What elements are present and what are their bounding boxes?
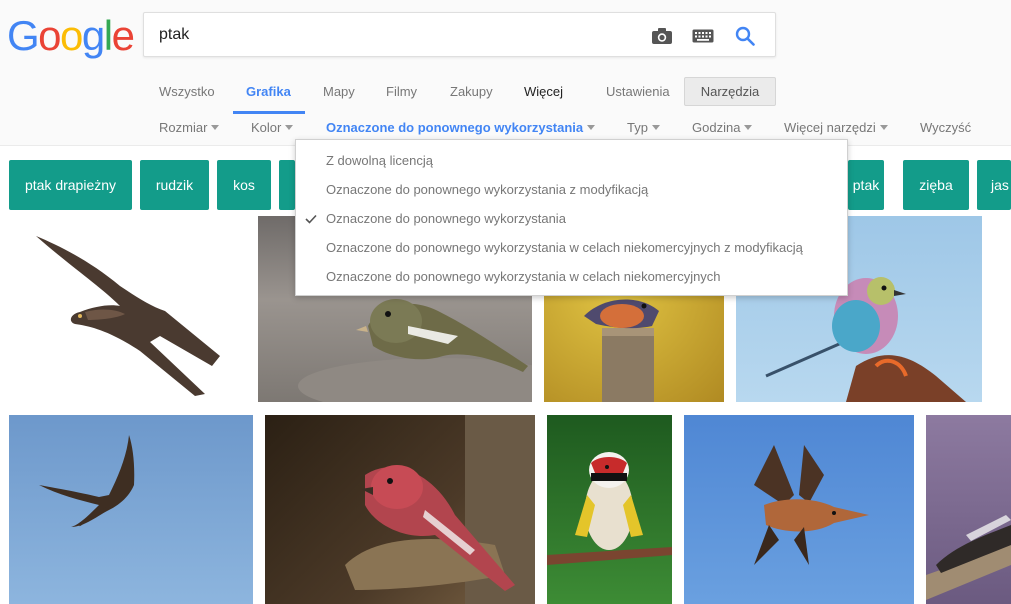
- tab-mapy[interactable]: Mapy: [323, 84, 355, 99]
- grosbeak-illustration: [345, 415, 535, 604]
- kite-illustration: [36, 236, 220, 396]
- tool-more[interactable]: Więcej narzędzi: [784, 120, 888, 135]
- dropdown-option[interactable]: Z dowolną licencją: [296, 146, 847, 175]
- result-image[interactable]: [0, 216, 250, 402]
- usage-rights-dropdown: Z dowolną licencją Oznaczone do ponowneg…: [295, 139, 848, 296]
- logo-letter: l: [103, 12, 113, 59]
- dropdown-option[interactable]: Oznaczone do ponownego wykorzystania w c…: [296, 233, 847, 262]
- logo-letter: o: [38, 12, 61, 59]
- tool-color[interactable]: Kolor: [251, 120, 294, 135]
- related-chip[interactable]: ptak drapieżny: [9, 160, 132, 210]
- dropdown-option[interactable]: Oznaczone do ponownego wykorzystania w c…: [296, 262, 847, 291]
- tool-type-label: Typ: [627, 120, 648, 135]
- dropdown-option-label: Oznaczone do ponownego wykorzystania w c…: [326, 240, 803, 255]
- dropdown-option-label: Z dowolną licencją: [326, 153, 433, 168]
- tool-size[interactable]: Rozmiar: [159, 120, 220, 135]
- tool-color-label: Kolor: [251, 120, 282, 135]
- logo-letter: e: [111, 12, 135, 59]
- check-icon: [304, 204, 318, 233]
- tool-usage-rights[interactable]: Oznaczone do ponownego wykorzystania: [326, 120, 596, 135]
- caret-down-icon: [211, 125, 220, 131]
- search-icon[interactable]: [733, 24, 757, 48]
- dropdown-option-selected[interactable]: Oznaczone do ponownego wykorzystania: [296, 204, 847, 233]
- related-chip[interactable]: jas: [977, 160, 1011, 210]
- tool-time-label: Godzina: [692, 120, 741, 135]
- result-image[interactable]: [926, 415, 1011, 604]
- dropdown-option-label: Oznaczone do ponownego wykorzystania z m…: [326, 182, 649, 197]
- logo-letter: g: [81, 12, 105, 59]
- caret-down-icon: [744, 125, 753, 131]
- tab-ustawienia[interactable]: Ustawienia: [606, 84, 670, 99]
- logo-letter: o: [60, 12, 83, 59]
- tab-wszystko[interactable]: Wszystko: [159, 84, 215, 99]
- search-input[interactable]: [159, 24, 639, 46]
- related-chip[interactable]: kos: [217, 160, 271, 210]
- keyboard-icon[interactable]: [691, 24, 715, 48]
- dropdown-option[interactable]: Oznaczone do ponownego wykorzystania z m…: [296, 175, 847, 204]
- tool-size-label: Rozmiar: [159, 120, 208, 135]
- caret-down-icon: [879, 125, 888, 131]
- tools-button[interactable]: Narzędzia: [684, 77, 776, 106]
- result-image[interactable]: [9, 415, 253, 604]
- tool-more-label: Więcej narzędzi: [784, 120, 876, 135]
- red-kite-illustration: [754, 445, 869, 565]
- search-box: [143, 12, 776, 57]
- dropdown-option-label: Oznaczone do ponownego wykorzystania w c…: [326, 269, 721, 284]
- dropdown-option-label: Oznaczone do ponownego wykorzystania: [326, 211, 566, 226]
- tool-usage-rights-label: Oznaczone do ponownego wykorzystania: [326, 120, 584, 135]
- tab-grafika[interactable]: Grafika: [246, 84, 291, 99]
- tool-time[interactable]: Godzina: [692, 120, 753, 135]
- bird-on-plank-illustration: [926, 515, 1011, 600]
- result-image: [990, 216, 1011, 402]
- result-image[interactable]: [265, 415, 535, 604]
- camera-icon[interactable]: [650, 24, 674, 48]
- result-image[interactable]: [684, 415, 914, 604]
- active-tab-indicator: [233, 111, 305, 114]
- result-image[interactable]: [547, 415, 672, 604]
- tab-zakupy[interactable]: Zakupy: [450, 84, 493, 99]
- related-chip[interactable]: [279, 160, 295, 210]
- tab-wiecej[interactable]: Więcej: [524, 84, 563, 99]
- logo-letter: G: [7, 12, 40, 59]
- tab-filmy[interactable]: Filmy: [386, 84, 417, 99]
- tool-type[interactable]: Typ: [627, 120, 660, 135]
- caret-down-icon: [587, 125, 596, 131]
- related-chip[interactable]: zięba: [903, 160, 969, 210]
- caret-down-icon: [285, 125, 294, 131]
- related-chip[interactable]: rudzik: [140, 160, 209, 210]
- header: Google Wszystko Grafika Mapy Filmy Zakup…: [0, 0, 1011, 146]
- goldfinch-illustration: [547, 452, 672, 565]
- related-chip[interactable]: ptak: [848, 160, 884, 210]
- caret-down-icon: [651, 125, 660, 131]
- google-logo[interactable]: Google: [7, 12, 135, 60]
- kite-flight-illustration: [39, 435, 135, 527]
- clear-button[interactable]: Wyczyść: [920, 120, 971, 135]
